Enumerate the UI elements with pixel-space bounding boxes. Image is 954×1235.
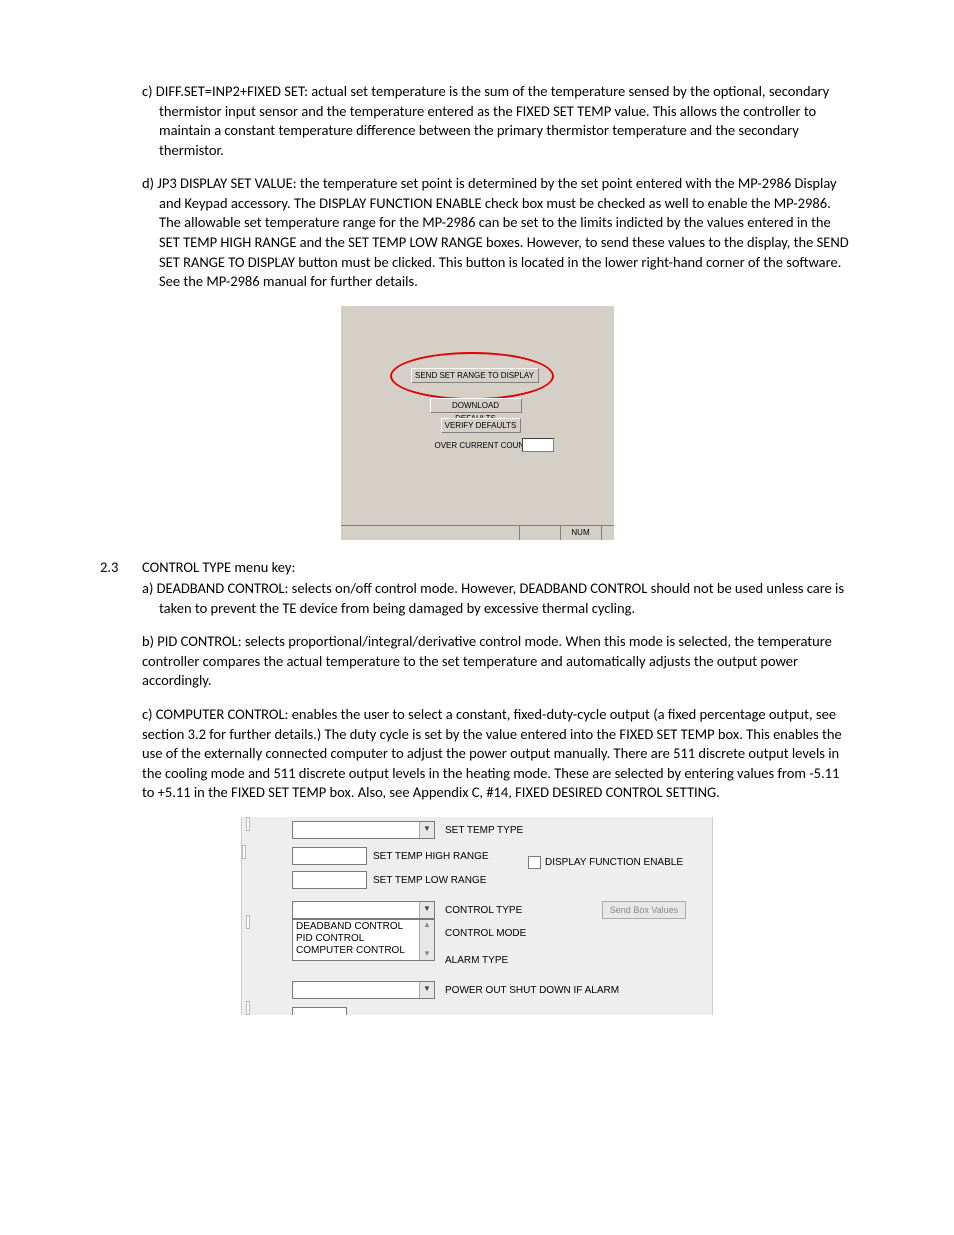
control-type-combo[interactable]: ▼ [292,901,435,919]
display-function-enable-checkbox[interactable]: DISPLAY FUNCTION ENABLE [528,856,683,870]
left-marker-4 [246,1001,250,1015]
partial-input-bottom[interactable] [292,1007,347,1015]
paragraph-c: c) DIFF.SET=INP2+FIXED SET: actual set t… [142,82,854,160]
set-temp-low-input[interactable] [292,871,367,889]
send-box-values-button[interactable]: Send Box Values [602,901,686,919]
alarm-type-label: ALARM TYPE [445,954,508,968]
status-num: NUM [560,526,601,540]
status-bar: NUM [341,525,614,540]
over-current-count-label: OVER CURRENT COUNT [435,441,530,452]
download-defaults-button[interactable]: DOWNLOAD DEFAULTS [430,398,522,413]
list-item[interactable]: DEADBAND CONTROL [296,921,416,933]
list-item[interactable]: COMPUTER CONTROL [296,945,416,957]
set-temp-type-combo[interactable]: ▼ [292,821,435,839]
left-marker-3 [246,915,250,929]
figure-software-panel: SEND SET RANGE TO DISPLAY DOWNLOAD DEFAU… [341,306,614,540]
set-temp-type-label: SET TEMP TYPE [445,824,523,838]
chevron-down-icon: ▼ [419,902,434,918]
send-set-range-button[interactable]: SEND SET RANGE TO DISPLAY [411,368,539,383]
left-marker-1 [246,817,250,831]
set-temp-high-label: SET TEMP HIGH RANGE [373,850,489,864]
list-item[interactable]: PID CONTROL [296,933,416,945]
power-out-combo[interactable]: ▼ [292,981,435,999]
set-temp-high-input[interactable] [292,847,367,865]
display-function-enable-label: DISPLAY FUNCTION ENABLE [545,856,683,870]
over-current-count-field[interactable] [522,438,554,452]
power-out-label: POWER OUT SHUT DOWN IF ALARM [445,984,619,998]
control-type-label: CONTROL TYPE [445,904,522,918]
chevron-down-icon: ▼ [419,822,434,838]
control-mode-label: CONTROL MODE [445,927,526,941]
left-marker-2 [242,845,246,859]
chevron-down-icon: ▼ [423,949,431,960]
paragraph-2-3-a: a) DEADBAND CONTROL: selects on/off cont… [142,579,854,618]
chevron-down-icon: ▼ [419,982,434,998]
chevron-up-icon: ▲ [423,920,431,931]
section-number: 2.3 [100,558,142,633]
listbox-scrollbar[interactable]: ▲ ▼ [419,920,434,960]
status-blank2 [601,526,614,540]
control-type-listbox[interactable]: DEADBAND CONTROL PID CONTROL COMPUTER CO… [292,919,435,961]
status-blank1 [519,526,560,540]
verify-defaults-button[interactable]: VERIFY DEFAULTS [441,418,521,433]
section-title: CONTROL TYPE menu key: [142,558,854,578]
paragraph-2-3-c: c) COMPUTER CONTROL: enables the user to… [142,705,854,803]
checkbox-box [528,856,541,869]
set-temp-low-label: SET TEMP LOW RANGE [373,874,486,888]
paragraph-d: d) JP3 DISPLAY SET VALUE: the temperatur… [142,174,854,291]
figure-form-panel: ▼ SET TEMP TYPE SET TEMP HIGH RANGE DISP… [241,817,713,1015]
paragraph-2-3-b: b) PID CONTROL: selects proportional/int… [142,632,854,691]
